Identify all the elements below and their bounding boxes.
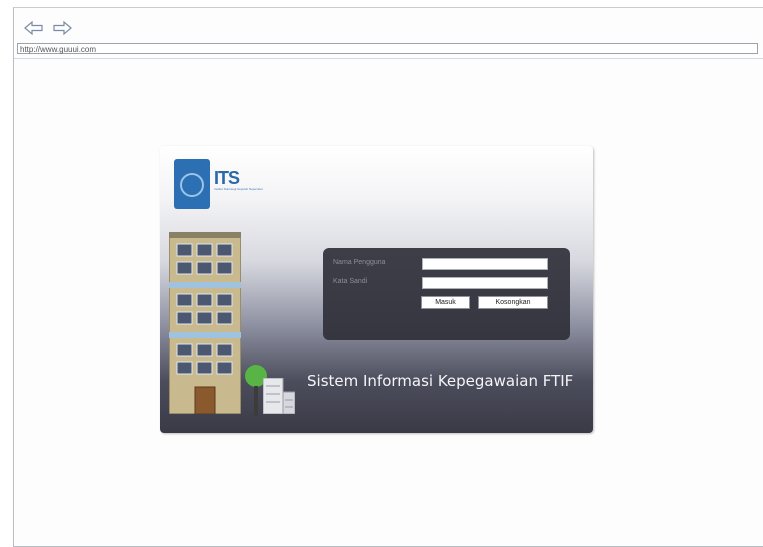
- building-icon: [169, 232, 241, 414]
- username-label: Nama Pengguna: [333, 259, 386, 266]
- password-label: Kata Sandi: [333, 278, 368, 285]
- password-input[interactable]: [422, 277, 548, 289]
- browser-window: http://www.guuui.com ITS Institut Teknol…: [13, 7, 763, 547]
- its-logo: [174, 159, 210, 209]
- toolbar-divider: [14, 58, 763, 59]
- back-arrow-icon[interactable]: [24, 20, 44, 36]
- logo-text: ITS: [214, 168, 240, 188]
- login-card: ITS Institut Teknologi Sepuluh Nopember: [160, 146, 593, 433]
- small-building-icon: [263, 378, 295, 414]
- browser-toolbar: http://www.guuui.com: [14, 8, 763, 59]
- login-button[interactable]: Masuk: [421, 296, 470, 309]
- address-bar[interactable]: http://www.guuui.com: [17, 43, 758, 54]
- username-input[interactable]: [422, 258, 548, 270]
- system-title: Sistem Informasi Kepegawaian FTIF: [307, 372, 574, 390]
- forward-arrow-icon[interactable]: [52, 20, 72, 36]
- seal-icon: [180, 173, 204, 197]
- logo-subtext: Institut Teknologi Sepuluh Nopember: [214, 187, 263, 191]
- login-panel: Nama Pengguna Kata Sandi Masuk Kosongkan: [323, 248, 570, 340]
- clear-button[interactable]: Kosongkan: [478, 296, 548, 309]
